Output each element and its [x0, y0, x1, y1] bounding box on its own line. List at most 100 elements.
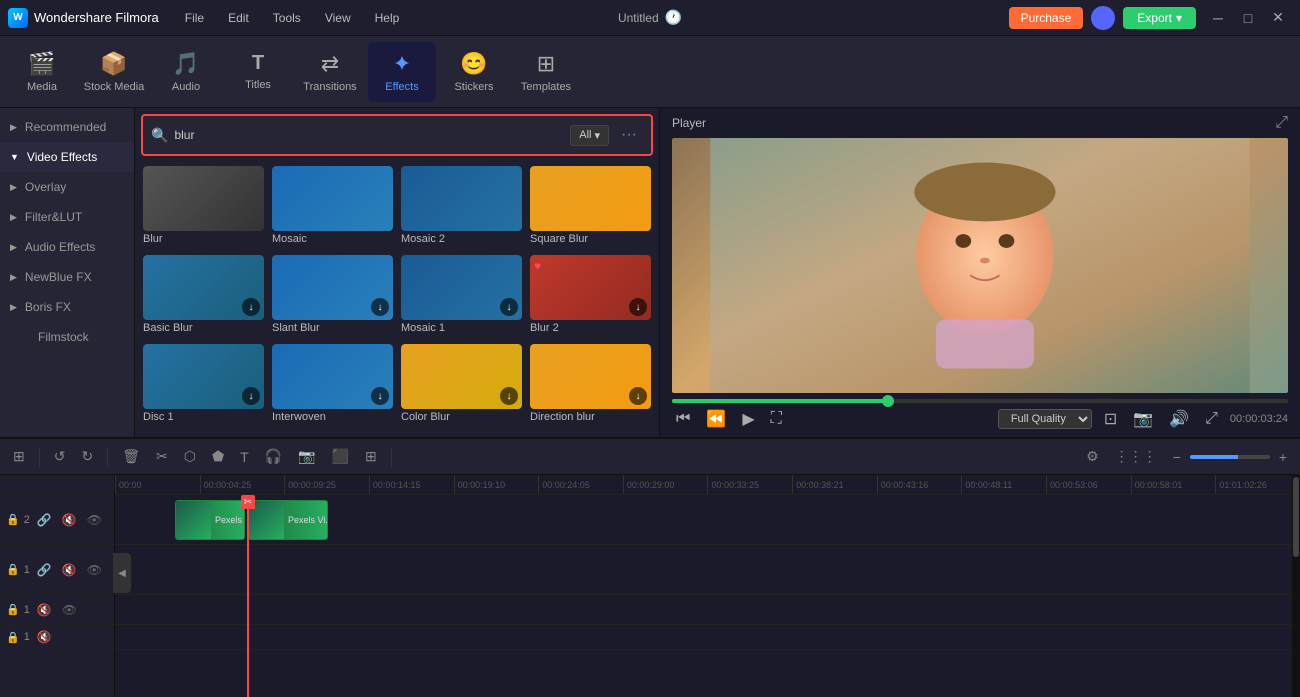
minimize-button[interactable]: ─	[1204, 6, 1232, 30]
ruler-mark-9: 00:00:43:16	[877, 475, 962, 495]
audio1-number: 1	[24, 604, 30, 616]
skip-back-button[interactable]: ⏮	[672, 408, 694, 430]
clip-label-1: Pexels Vi...	[211, 515, 244, 525]
audio1-mute-button[interactable]: 🔇	[34, 602, 55, 618]
effect-thumb-slant_blur: ↓	[272, 255, 393, 320]
sidebar-item-audio-effects[interactable]: ▶ Audio Effects	[0, 232, 134, 262]
menu-bar: File Edit Tools View Help	[175, 7, 410, 29]
effect-item-disc1[interactable]: ↓ Disc 1	[143, 344, 264, 425]
clip-thumb-1	[176, 501, 211, 539]
fullscreen-button[interactable]: ⛶	[767, 408, 786, 430]
volume-button[interactable]: 🔊	[1165, 407, 1193, 431]
play-button[interactable]: ▶	[738, 407, 758, 431]
quality-select[interactable]: Full Quality	[998, 409, 1092, 429]
sidebar-label-recommended: Recommended	[25, 120, 106, 134]
effects-content: 🔍 All ▾ ··· Blur Mosaic	[135, 108, 659, 437]
timeline-grid-button[interactable]: ⊞	[8, 445, 30, 468]
timeline: ⊞ ↺ ↻ 🗑 ✂ ⬡ ⬟ T 🎧 📷 ⬛ ⊞ ⚙ ⋮⋮⋮ − +	[0, 437, 1300, 697]
toolbar-stock-media[interactable]: 📦 Stock Media	[80, 42, 148, 102]
sidebar-item-video-effects[interactable]: ▼ Video Effects	[0, 142, 134, 172]
video-track-row-1	[115, 545, 1300, 595]
menu-edit[interactable]: Edit	[218, 7, 259, 29]
effect-item-square_blur[interactable]: Square Blur	[530, 166, 651, 247]
effect-item-direction_blur[interactable]: ↓ Direction blur	[530, 344, 651, 425]
effect-label-blur: Blur	[143, 231, 264, 247]
settings-button[interactable]: ⚙	[1081, 445, 1104, 468]
effect-item-mosaic1[interactable]: ↓ Mosaic 1	[401, 255, 522, 336]
purchase-button[interactable]: Purchase	[1009, 7, 1084, 29]
toolbar-stickers[interactable]: 😊 Stickers	[440, 42, 508, 102]
delete-button[interactable]: 🗑	[117, 445, 145, 468]
effects-panel: ▶ Recommended ▼ Video Effects ▶ Overlay …	[0, 108, 660, 437]
zoom-out-button[interactable]: −	[1168, 446, 1186, 468]
effect-item-slant_blur[interactable]: ↓ Slant Blur	[272, 255, 393, 336]
effects-sidebar: ▶ Recommended ▼ Video Effects ▶ Overlay …	[0, 108, 135, 437]
zoom-in-button[interactable]: +	[1274, 446, 1292, 468]
close-button[interactable]: ✕	[1264, 6, 1292, 30]
arrow-icon-filter: ▶	[10, 212, 17, 223]
blend2-button[interactable]: ⊞	[360, 445, 382, 468]
audio-edit-button[interactable]: 🎧	[260, 445, 287, 468]
menu-help[interactable]: Help	[365, 7, 410, 29]
effect-item-color_blur[interactable]: ↓ Color Blur	[401, 344, 522, 425]
zoom-slider[interactable]	[1190, 455, 1270, 459]
track-label-audio1: 🔒 1 🔇 👁	[0, 595, 114, 625]
text-button[interactable]: T	[235, 446, 254, 468]
mask-button[interactable]: ⬟	[207, 445, 229, 468]
scrollbar-thumb[interactable]	[1293, 477, 1299, 557]
export-chevron-icon: ▾	[1176, 11, 1182, 25]
progress-bar[interactable]	[672, 399, 1288, 403]
menu-tools[interactable]: Tools	[263, 7, 311, 29]
maximize-button[interactable]: □	[1234, 6, 1262, 30]
progress-thumb[interactable]	[882, 395, 894, 407]
toolbar-effects[interactable]: ✦ Effects	[368, 42, 436, 102]
blend-button[interactable]: ⬛	[327, 445, 354, 468]
effect-item-mosaic2[interactable]: Mosaic 2	[401, 166, 522, 247]
arrow-icon-video: ▼	[10, 152, 19, 162]
video-clip-2[interactable]: Pexels Vi...	[248, 500, 328, 540]
download-icon: ↓	[242, 298, 260, 316]
music1-mute-button[interactable]: 🔇	[34, 629, 55, 645]
filter-button[interactable]: All ▾	[570, 125, 609, 146]
toolbar-templates[interactable]: ⊞ Templates	[512, 42, 580, 102]
video-clip-1[interactable]: Pexels Vi...	[175, 500, 245, 540]
sidebar-item-filter-lut[interactable]: ▶ Filter&LUT	[0, 202, 134, 232]
timeline-scrollbar[interactable]	[1292, 475, 1300, 697]
step-back-button[interactable]: ⏪	[702, 407, 730, 431]
timeline-more-button[interactable]: ⋮⋮⋮	[1110, 445, 1162, 468]
fit-to-screen-button[interactable]: ⊡	[1100, 407, 1121, 431]
camera-button[interactable]: 📷	[293, 445, 320, 468]
effect-label-mosaic1: Mosaic 1	[401, 320, 522, 336]
more-options-button[interactable]: ···	[615, 124, 643, 146]
effect-item-blur2[interactable]: ♥ ↓ Blur 2	[530, 255, 651, 336]
sidebar-item-overlay[interactable]: ▶ Overlay	[0, 172, 134, 202]
sidebar-item-newblue-fx[interactable]: ▶ NewBlue FX	[0, 262, 134, 292]
menu-view[interactable]: View	[315, 7, 361, 29]
effect-item-interwoven[interactable]: ↓ Interwoven	[272, 344, 393, 425]
audio-track-row-1	[115, 595, 1300, 625]
effect-item-mosaic[interactable]: Mosaic	[272, 166, 393, 247]
undo-button[interactable]: ↺	[49, 445, 71, 468]
cut-button[interactable]: ✂	[151, 445, 173, 468]
transform-button[interactable]: ⬡	[179, 445, 201, 468]
audio1-lock-icon: 🔒	[6, 603, 20, 616]
toolbar-transitions[interactable]: ⇄ Transitions	[296, 42, 364, 102]
sidebar-item-boris-fx[interactable]: ▶ Boris FX	[0, 292, 134, 322]
sidebar-item-recommended[interactable]: ▶ Recommended	[0, 112, 134, 142]
toolbar-titles[interactable]: T Titles	[224, 42, 292, 102]
download-icon: ↓	[371, 387, 389, 405]
player-settings-button[interactable]: ⤢	[1275, 114, 1288, 132]
more-player-button[interactable]: ⤢	[1201, 408, 1222, 430]
track-label-music1: 🔒 1 🔇	[0, 625, 114, 650]
sidebar-item-filmstock[interactable]: Filmstock	[0, 322, 134, 352]
search-input[interactable]	[174, 128, 564, 142]
toolbar-audio[interactable]: 🎵 Audio	[152, 42, 220, 102]
redo-button[interactable]: ↻	[76, 445, 98, 468]
export-button[interactable]: Export ▾	[1123, 7, 1196, 29]
effect-item-blur[interactable]: Blur	[143, 166, 264, 247]
effect-item-basic_blur[interactable]: ↓ Basic Blur	[143, 255, 264, 336]
audio1-eye-button[interactable]: 👁	[59, 602, 80, 618]
menu-file[interactable]: File	[175, 7, 214, 29]
screenshot-button[interactable]: 📷	[1129, 407, 1157, 431]
toolbar-media[interactable]: 🎬 Media	[8, 42, 76, 102]
